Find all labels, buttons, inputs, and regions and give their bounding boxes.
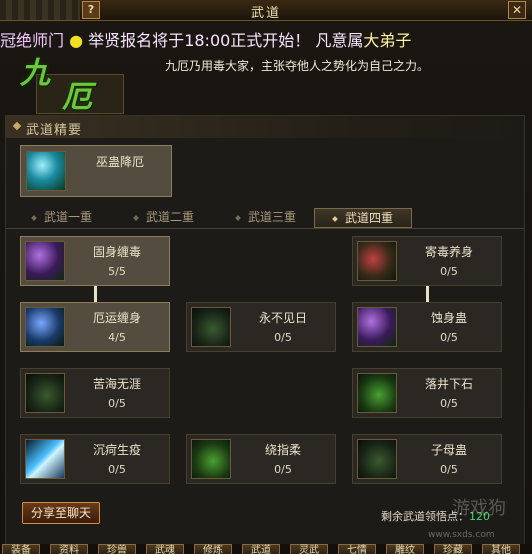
announcement-banner: 冠绝师门 ● 举贤报名将于18:00正式开始！ 凡意属大弟子 xyxy=(0,28,532,54)
skill-level: 0/5 xyxy=(440,331,458,344)
nav-pets[interactable]: 珍兽 xyxy=(98,544,136,554)
banner-text-3: 正式开始！ xyxy=(230,31,311,50)
tab-wudao-4[interactable]: 武道四重 xyxy=(314,208,412,228)
skill-gushen-chandu[interactable]: 固身缠毒 5/5 xyxy=(20,236,170,286)
nav-lingwu[interactable]: 灵武 xyxy=(290,544,328,554)
tab-label: 武道一重 xyxy=(43,210,92,224)
tab-bar: 武道一重 武道二重 武道三重 武道四重 xyxy=(6,206,524,229)
tab-wudao-2[interactable]: 武道二重 xyxy=(116,208,212,226)
school-emblem-char-2: 厄 xyxy=(62,80,92,115)
skill-name: 蚀身蛊 xyxy=(430,311,467,325)
skill-jidu-yangshen[interactable]: 寄毒养身 0/5 xyxy=(352,236,502,286)
essence-skill-name: 巫蛊降厄 xyxy=(95,155,144,169)
skill-name: 永不见日 xyxy=(258,311,307,325)
tab-label: 武道四重 xyxy=(344,211,393,225)
skill-name: 沉疴生疫 xyxy=(92,443,141,457)
skill-name: 寄毒养身 xyxy=(424,245,473,259)
kuhai-wuya-icon xyxy=(25,373,65,413)
nav-diaowen[interactable]: 雕纹 xyxy=(386,544,424,554)
title-bar[interactable]: ? 武道 ✕ xyxy=(0,0,532,21)
share-to-chat-button[interactable]: 分享至聊天 xyxy=(22,502,100,524)
skill-raozhirou[interactable]: 绕指柔 0/5 xyxy=(186,434,336,484)
skill-level: 4/5 xyxy=(108,331,126,344)
jidu-yangshen-icon xyxy=(357,241,397,281)
skill-name: 苦海无涯 xyxy=(92,377,141,391)
skill-level: 0/5 xyxy=(440,265,458,278)
gushen-chandu-icon xyxy=(25,241,65,281)
section-header: 武道精要 xyxy=(6,116,524,138)
nav-wuhun[interactable]: 武魂 xyxy=(146,544,184,554)
skill-chenke-shengyi[interactable]: 沉疴生疫 0/5 xyxy=(20,434,170,484)
tree-connector xyxy=(94,286,97,302)
essence-skill[interactable]: 巫蛊降厄 xyxy=(20,145,172,197)
eyun-chanshen-icon xyxy=(25,307,65,347)
nav-cultivation[interactable]: 修炼 xyxy=(194,544,232,554)
skill-name: 子母蛊 xyxy=(430,443,467,457)
close-button[interactable]: ✕ xyxy=(508,1,526,19)
tree-connector xyxy=(426,286,429,302)
skill-name: 固身缠毒 xyxy=(92,245,141,259)
skill-level: 0/5 xyxy=(274,463,292,476)
nav-wudao[interactable]: 武道 xyxy=(242,544,280,554)
tab-label: 武道三重 xyxy=(247,210,296,224)
raozhirou-icon xyxy=(191,439,231,479)
skill-name: 绕指柔 xyxy=(264,443,301,457)
diamond-icon xyxy=(12,121,22,131)
nav-collection[interactable]: 珍藏 xyxy=(434,544,472,554)
section-title: 武道精要 xyxy=(26,123,83,138)
skill-level: 0/5 xyxy=(108,397,126,410)
wudao-window: ? 武道 ✕ 冠绝师门 ● 举贤报名将于18:00正式开始！ 凡意属大弟子 九 … xyxy=(0,0,532,554)
banner-time: 18:00 xyxy=(184,31,231,50)
wuguxiang-e-icon xyxy=(26,151,66,191)
skill-shishen-gu[interactable]: 蚀身蛊 0/5 xyxy=(352,302,502,352)
skill-name: 落井下石 xyxy=(424,377,473,391)
skill-luojing-xiashi[interactable]: 落井下石 0/5 xyxy=(352,368,502,418)
shishen-gu-icon xyxy=(357,307,397,347)
skill-level: 0/5 xyxy=(440,463,458,476)
skill-kuhai-wuya[interactable]: 苦海无涯 0/5 xyxy=(20,368,170,418)
site-watermark-url: www.sxds.com xyxy=(428,530,495,540)
chenke-shengyi-icon xyxy=(25,439,65,479)
skill-yongbu-jianri[interactable]: 永不见日 0/5 xyxy=(186,302,336,352)
skill-zimu-gu[interactable]: 子母蛊 0/5 xyxy=(352,434,502,484)
skill-name: 厄运缠身 xyxy=(92,311,141,325)
wudao-panel: 武道精要 巫蛊降厄 武道一重 武道二重 武道三重 武道四重 固身缠毒 5/5 寄… xyxy=(5,115,525,547)
banner-text-5: 大弟子 xyxy=(363,31,412,50)
skill-eyun-chanshen[interactable]: 厄运缠身 4/5 xyxy=(20,302,170,352)
window-title: 武道 xyxy=(250,6,281,21)
tab-label: 武道二重 xyxy=(145,210,194,224)
nav-profile[interactable]: 资料 xyxy=(50,544,88,554)
skill-level: 5/5 xyxy=(108,265,126,278)
banner-text-4: 凡意属 xyxy=(315,31,364,50)
yongbu-jianri-icon xyxy=(191,307,231,347)
nav-qiqing[interactable]: 七情 xyxy=(338,544,376,554)
bottom-nav: 装备 资料 珍兽 武魂 修炼 武道 灵武 七情 雕纹 珍藏 其他 xyxy=(0,544,532,554)
nav-other[interactable]: 其他 xyxy=(482,544,520,554)
zimu-gu-icon xyxy=(357,439,397,479)
banner-text-2: 举贤报名将于 xyxy=(88,31,185,50)
school-emblem-char-1: 九 xyxy=(20,56,50,91)
luojing-xiashi-icon xyxy=(357,373,397,413)
tab-wudao-3[interactable]: 武道三重 xyxy=(218,208,314,226)
skill-level: 0/5 xyxy=(108,463,126,476)
banner-dot: ● xyxy=(69,31,84,50)
school-description: 九厄乃用毒大家，主张夺他人之势化为自己之力。 xyxy=(165,59,430,73)
tab-wudao-1[interactable]: 武道一重 xyxy=(14,208,110,226)
skill-level: 0/5 xyxy=(440,397,458,410)
site-watermark: 游戏狗 xyxy=(452,498,506,519)
nav-equipment[interactable]: 装备 xyxy=(2,544,40,554)
skill-level: 0/5 xyxy=(274,331,292,344)
